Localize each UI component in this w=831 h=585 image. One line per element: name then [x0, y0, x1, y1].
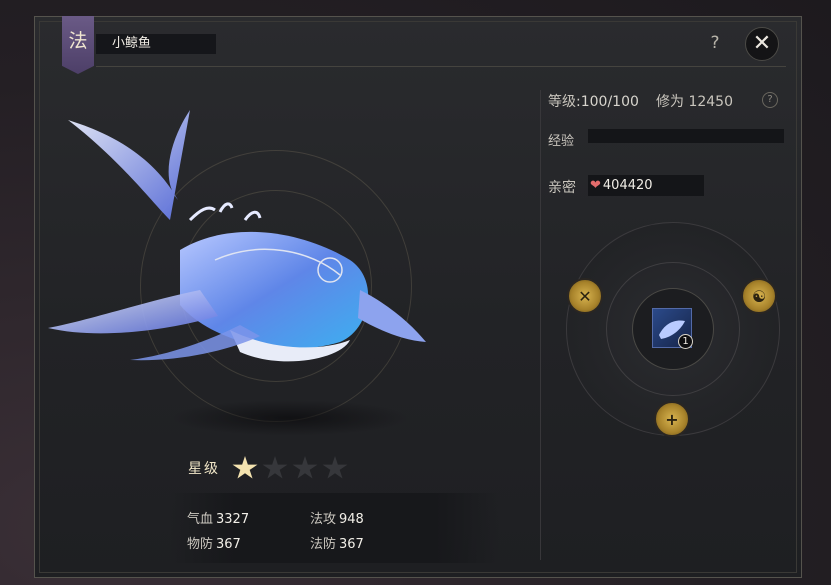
star-rank-label: 星级: [188, 461, 220, 477]
stat-hp: 气血 3327: [187, 508, 249, 527]
stat-pdef-value: 367: [216, 537, 241, 552]
cultivation-value: 12450: [688, 94, 733, 110]
attribute-panel: [170, 493, 500, 563]
heart-icon: ❤: [590, 178, 601, 193]
star-icon-empty: [292, 456, 318, 479]
stat-pdef-label: 物防: [187, 537, 214, 552]
crossed-swords-icon[interactable]: ✕: [567, 278, 603, 314]
meditation-icon[interactable]: ☯: [741, 278, 777, 314]
intimacy-label: 亲密: [548, 180, 576, 196]
cultivation-label: 修为: [656, 94, 684, 110]
exp-label: 经验: [548, 134, 575, 149]
level-info: 等级:100/100: [548, 91, 639, 111]
add-icon[interactable]: +: [654, 401, 690, 437]
star-rating: [232, 456, 348, 480]
pet-type-badge: 法: [62, 16, 94, 74]
stat-mdef-value: 367: [339, 537, 364, 552]
stat-physical-defense: 物防 367: [187, 533, 241, 552]
stat-hp-value: 3327: [216, 512, 250, 527]
stat-matk-value: 948: [339, 512, 364, 527]
model-shadow: [170, 400, 410, 436]
skill-count-badge: 1: [678, 334, 693, 349]
help-button[interactable]: ?: [705, 33, 725, 53]
stat-mdef-label: 法防: [310, 537, 337, 552]
star-icon-filled: [232, 456, 258, 479]
exp-progress-bar: [588, 129, 784, 143]
column-divider: [540, 90, 541, 560]
stat-hp-label: 气血: [187, 512, 214, 527]
level-label: 等级: [548, 94, 576, 110]
star-icon-empty: [322, 456, 348, 479]
pet-name: 小鲸鱼: [96, 34, 216, 54]
stat-magic-attack: 法攻 948: [310, 508, 364, 527]
stat-matk-label: 法攻: [310, 512, 337, 527]
header-divider: [96, 66, 786, 67]
level-value: :100/100: [576, 94, 639, 110]
intimacy-value-box: ❤ 404420: [588, 175, 704, 196]
cultivation-info: 修为 12450: [656, 91, 733, 111]
info-icon[interactable]: ?: [762, 92, 778, 108]
close-button[interactable]: ✕: [745, 27, 779, 61]
stat-magic-defense: 法防 367: [310, 533, 364, 552]
star-icon-empty: [262, 456, 288, 479]
intimacy-value: 404420: [602, 178, 653, 193]
